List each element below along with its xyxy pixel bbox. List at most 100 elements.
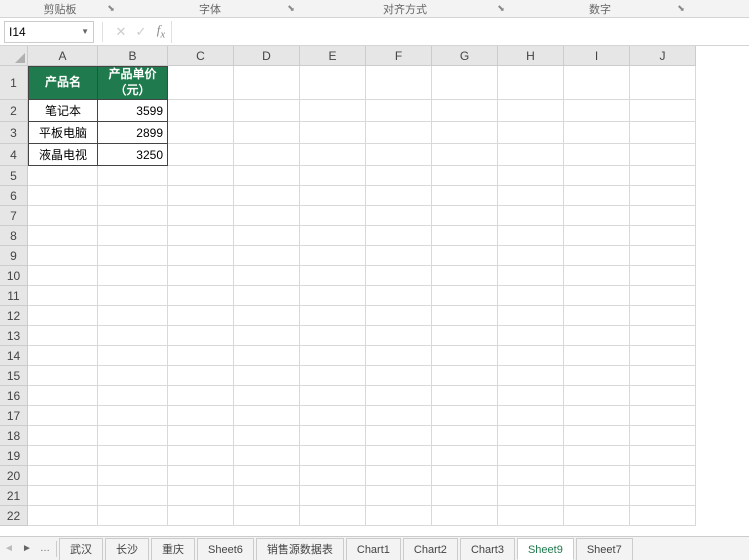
cell-D1[interactable]: [234, 66, 300, 100]
cell-D7[interactable]: [234, 206, 300, 226]
cell-A11[interactable]: [28, 286, 98, 306]
cell-H8[interactable]: [498, 226, 564, 246]
row-header-20[interactable]: 20: [0, 466, 28, 486]
cell-J8[interactable]: [630, 226, 696, 246]
cell-A19[interactable]: [28, 446, 98, 466]
cell-E12[interactable]: [300, 306, 366, 326]
cell-H15[interactable]: [498, 366, 564, 386]
cell-C21[interactable]: [168, 486, 234, 506]
row-header-22[interactable]: 22: [0, 506, 28, 526]
cell-C14[interactable]: [168, 346, 234, 366]
sheet-tab-Sheet7[interactable]: Sheet7: [576, 538, 633, 560]
cell-D16[interactable]: [234, 386, 300, 406]
cell-B18[interactable]: [98, 426, 168, 446]
cell-A7[interactable]: [28, 206, 98, 226]
cell-A8[interactable]: [28, 226, 98, 246]
cell-H5[interactable]: [498, 166, 564, 186]
cell-C22[interactable]: [168, 506, 234, 526]
cell-A1[interactable]: 产品名: [28, 66, 98, 100]
cell-B22[interactable]: [98, 506, 168, 526]
cell-A16[interactable]: [28, 386, 98, 406]
cell-A10[interactable]: [28, 266, 98, 286]
cell-J4[interactable]: [630, 144, 696, 166]
cell-B3[interactable]: 2899: [98, 122, 168, 144]
cell-J20[interactable]: [630, 466, 696, 486]
cell-B4[interactable]: 3250: [98, 144, 168, 166]
row-header-18[interactable]: 18: [0, 426, 28, 446]
cell-C11[interactable]: [168, 286, 234, 306]
cell-I6[interactable]: [564, 186, 630, 206]
cell-J3[interactable]: [630, 122, 696, 144]
row-header-4[interactable]: 4: [0, 144, 28, 166]
cell-H13[interactable]: [498, 326, 564, 346]
cell-J22[interactable]: [630, 506, 696, 526]
cell-F7[interactable]: [366, 206, 432, 226]
cell-E19[interactable]: [300, 446, 366, 466]
cell-E16[interactable]: [300, 386, 366, 406]
row-header-16[interactable]: 16: [0, 386, 28, 406]
cell-E6[interactable]: [300, 186, 366, 206]
dialog-launcher-icon[interactable]: ⬊: [496, 3, 506, 13]
cell-B11[interactable]: [98, 286, 168, 306]
column-header-C[interactable]: C: [168, 46, 234, 66]
cell-D18[interactable]: [234, 426, 300, 446]
column-header-F[interactable]: F: [366, 46, 432, 66]
cell-I18[interactable]: [564, 426, 630, 446]
cell-G4[interactable]: [432, 144, 498, 166]
cell-H10[interactable]: [498, 266, 564, 286]
cell-B9[interactable]: [98, 246, 168, 266]
cell-B14[interactable]: [98, 346, 168, 366]
row-header-19[interactable]: 19: [0, 446, 28, 466]
cell-F15[interactable]: [366, 366, 432, 386]
row-header-8[interactable]: 8: [0, 226, 28, 246]
cell-G10[interactable]: [432, 266, 498, 286]
sheet-tab-重庆[interactable]: 重庆: [151, 538, 195, 560]
cell-A13[interactable]: [28, 326, 98, 346]
sheet-tab-武汉[interactable]: 武汉: [59, 538, 103, 560]
cell-J2[interactable]: [630, 100, 696, 122]
cell-D5[interactable]: [234, 166, 300, 186]
cell-H14[interactable]: [498, 346, 564, 366]
cell-E1[interactable]: [300, 66, 366, 100]
cell-G5[interactable]: [432, 166, 498, 186]
cell-H18[interactable]: [498, 426, 564, 446]
cell-H20[interactable]: [498, 466, 564, 486]
cell-J17[interactable]: [630, 406, 696, 426]
cell-B1[interactable]: 产品单价（元）: [98, 66, 168, 100]
cell-I1[interactable]: [564, 66, 630, 100]
sheet-tab-Chart1[interactable]: Chart1: [346, 538, 401, 560]
cell-H12[interactable]: [498, 306, 564, 326]
cell-J18[interactable]: [630, 426, 696, 446]
column-header-B[interactable]: B: [98, 46, 168, 66]
cell-E17[interactable]: [300, 406, 366, 426]
cell-G22[interactable]: [432, 506, 498, 526]
sheet-tab-Sheet9[interactable]: Sheet9: [517, 538, 574, 560]
formula-input[interactable]: [171, 21, 749, 43]
cell-H6[interactable]: [498, 186, 564, 206]
cell-E13[interactable]: [300, 326, 366, 346]
cell-A2[interactable]: 笔记本: [28, 100, 98, 122]
cell-A3[interactable]: 平板电脑: [28, 122, 98, 144]
cell-B8[interactable]: [98, 226, 168, 246]
cell-F2[interactable]: [366, 100, 432, 122]
cell-J13[interactable]: [630, 326, 696, 346]
cell-C2[interactable]: [168, 100, 234, 122]
cell-C16[interactable]: [168, 386, 234, 406]
cell-J11[interactable]: [630, 286, 696, 306]
chevron-down-icon[interactable]: ▼: [81, 27, 89, 36]
cell-G1[interactable]: [432, 66, 498, 100]
cell-I11[interactable]: [564, 286, 630, 306]
cell-I17[interactable]: [564, 406, 630, 426]
column-header-D[interactable]: D: [234, 46, 300, 66]
column-header-H[interactable]: H: [498, 46, 564, 66]
cell-I2[interactable]: [564, 100, 630, 122]
column-header-J[interactable]: J: [630, 46, 696, 66]
cell-F14[interactable]: [366, 346, 432, 366]
cell-B20[interactable]: [98, 466, 168, 486]
cell-A22[interactable]: [28, 506, 98, 526]
row-header-3[interactable]: 3: [0, 122, 28, 144]
cell-F10[interactable]: [366, 266, 432, 286]
sheet-tab-Chart2[interactable]: Chart2: [403, 538, 458, 560]
cell-H22[interactable]: [498, 506, 564, 526]
cell-D13[interactable]: [234, 326, 300, 346]
